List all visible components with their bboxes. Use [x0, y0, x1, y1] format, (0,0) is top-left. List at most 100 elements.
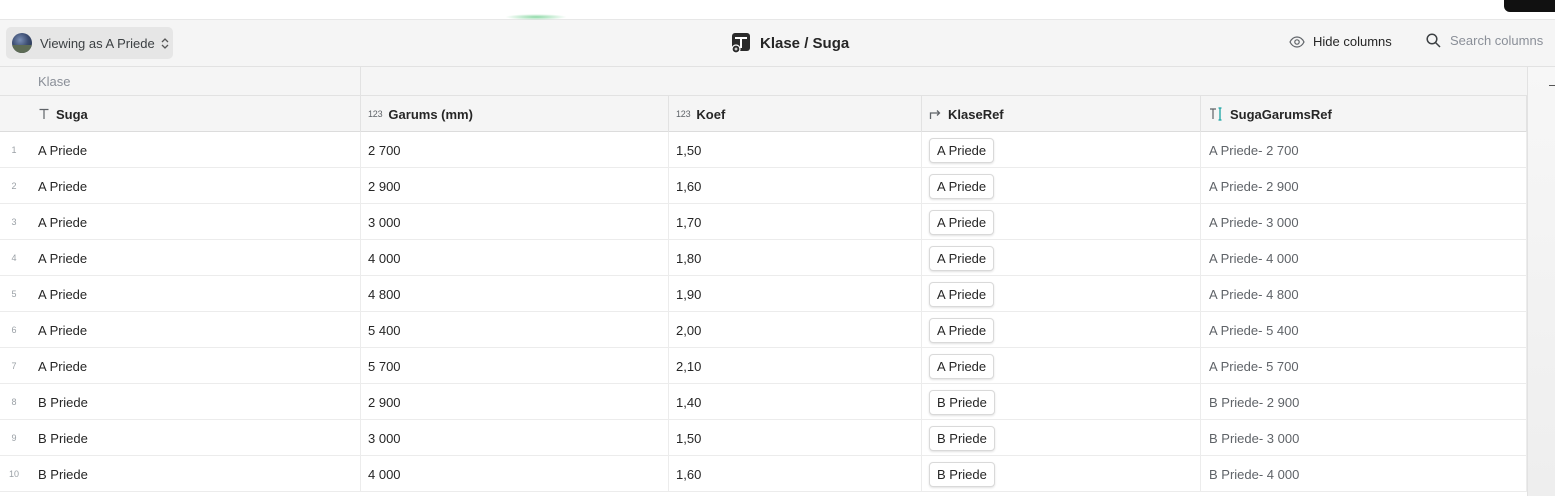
cell-koef[interactable]: 1,50	[669, 420, 922, 456]
cell-klaseref[interactable]: A Priede	[922, 240, 1201, 276]
cell-sugagarumsref[interactable]: A Priede- 2 900	[1201, 168, 1527, 204]
cell-suga[interactable]: A Priede	[0, 276, 361, 312]
reference-chip[interactable]: A Priede	[929, 281, 995, 307]
cell-koef[interactable]: 1,60	[669, 168, 922, 204]
cell-suga[interactable]: A Priede	[0, 312, 361, 348]
cell-sugagarumsref[interactable]: B Priede- 2 900	[1201, 384, 1527, 420]
cell-sugagarumsref[interactable]: A Priede- 4 000	[1201, 240, 1527, 276]
cell-garums[interactable]: 2 700	[361, 132, 669, 168]
raw-data-table-icon	[731, 33, 750, 54]
formula-text-type-icon	[1209, 107, 1224, 121]
cell-suga[interactable]: A Priede	[0, 240, 361, 276]
cell-suga[interactable]: A Priede	[0, 132, 361, 168]
row-number: 8	[11, 397, 17, 407]
cell-klaseref[interactable]: A Priede	[922, 348, 1201, 384]
top-navigation-strip	[0, 0, 1555, 20]
cell-garums[interactable]: 2 900	[361, 384, 669, 420]
page-title: Klase / Suga	[760, 34, 850, 52]
reference-chip[interactable]: A Priede	[929, 245, 995, 271]
cell-klaseref[interactable]: B Priede	[922, 384, 1201, 420]
cell-sugagarumsref[interactable]: B Priede- 4 000	[1201, 456, 1527, 492]
column-group-header: Klase	[0, 67, 361, 96]
avatar	[12, 33, 32, 53]
cell-klaseref[interactable]: A Priede	[922, 276, 1201, 312]
column-header-sugagarumsref[interactable]: SugaGarumsRef	[1201, 96, 1527, 132]
cell-garums[interactable]: 2 900	[361, 168, 669, 204]
number-type-icon: 123	[676, 109, 691, 119]
table-row: A Priede 1 2 700 1,50 A Priede A Priede- 2 70…	[0, 132, 1527, 168]
cell-suga[interactable]: B Priede	[0, 420, 361, 456]
cell-koef[interactable]: 1,40	[669, 384, 922, 420]
cell-klaseref[interactable]: B Priede	[922, 456, 1201, 492]
chevron-up-down-icon	[161, 37, 169, 49]
cell-sugagarumsref[interactable]: A Priede- 3 000	[1201, 204, 1527, 240]
cell-garums[interactable]: 3 000	[361, 420, 669, 456]
cell-suga[interactable]: B Priede	[0, 384, 361, 420]
reference-chip[interactable]: B Priede	[929, 425, 995, 451]
table-row: A Priede 5 4 800 1,90 A Priede A Priede- 4 80…	[0, 276, 1527, 312]
reference-chip[interactable]: A Priede	[929, 209, 995, 235]
cell-suga[interactable]: A Priede	[0, 168, 361, 204]
column-header-label: KlaseRef	[948, 106, 1004, 122]
cell-sugagarumsref[interactable]: B Priede- 3 000	[1201, 420, 1527, 456]
reference-chip[interactable]: B Priede	[929, 389, 995, 415]
row-number: 2	[11, 181, 17, 191]
row-number: 5	[11, 289, 17, 299]
cell-garums[interactable]: 3 000	[361, 204, 669, 240]
row-number: 10	[8, 469, 19, 479]
cell-sugagarumsref[interactable]: A Priede- 5 400	[1201, 312, 1527, 348]
cell-suga[interactable]: A Priede	[0, 348, 361, 384]
column-header-garums[interactable]: 123 Garums (mm)	[361, 96, 669, 132]
column-header-label: Garums (mm)	[388, 106, 473, 122]
hide-columns-button[interactable]: Hide columns	[1289, 34, 1392, 49]
row-number: 9	[11, 433, 17, 443]
collapse-icon[interactable]	[1549, 85, 1555, 86]
cell-koef[interactable]: 1,50	[669, 132, 922, 168]
cell-text: 5 700	[368, 358, 401, 374]
cell-text: 1,50	[676, 430, 702, 446]
account-button[interactable]	[1504, 0, 1555, 12]
cell-koef[interactable]: 2,00	[669, 312, 922, 348]
cell-klaseref[interactable]: A Priede	[922, 312, 1201, 348]
column-header-label: Koef	[696, 106, 726, 122]
table-row: B Priede 8 2 900 1,40 B Priede B Priede- 2 90…	[0, 384, 1527, 420]
cell-klaseref[interactable]: B Priede	[922, 420, 1201, 456]
cell-garums[interactable]: 4 800	[361, 276, 669, 312]
cell-sugagarumsref[interactable]: A Priede- 5 700	[1201, 348, 1527, 384]
search-columns-input[interactable]: Search columns	[1426, 33, 1543, 48]
cell-klaseref[interactable]: A Priede	[922, 168, 1201, 204]
reference-chip[interactable]: A Priede	[929, 317, 995, 343]
reference-chip[interactable]: A Priede	[929, 137, 995, 163]
cell-klaseref[interactable]: A Priede	[922, 132, 1201, 168]
cell-sugagarumsref[interactable]: A Priede- 4 800	[1201, 276, 1527, 312]
cell-garums[interactable]: 5 700	[361, 348, 669, 384]
page-title-group: Klase / Suga	[731, 32, 849, 54]
reference-chip[interactable]: A Priede	[929, 173, 995, 199]
cell-koef[interactable]: 1,80	[669, 240, 922, 276]
column-header-klaseref[interactable]: KlaseRef	[922, 96, 1201, 132]
cell-koef[interactable]: 1,70	[669, 204, 922, 240]
column-header-row: Suga 123 Garums (mm) 123 Koef KlaseRef S…	[0, 96, 1527, 132]
cell-sugagarumsref[interactable]: A Priede- 2 700	[1201, 132, 1527, 168]
viewing-as-selector[interactable]: Viewing as A Priede	[6, 27, 173, 59]
cell-garums[interactable]: 4 000	[361, 456, 669, 492]
cell-garums[interactable]: 5 400	[361, 312, 669, 348]
cell-suga[interactable]: A Priede	[0, 204, 361, 240]
cell-text: 5 400	[368, 322, 401, 338]
cell-koef[interactable]: 1,60	[669, 456, 922, 492]
column-header-suga[interactable]: Suga	[0, 96, 361, 132]
cell-text: 3 000	[368, 430, 401, 446]
column-header-koef[interactable]: 123 Koef	[669, 96, 922, 132]
data-grid: Klase Suga 123 Garums (mm) 123 Koef Klas…	[0, 67, 1527, 496]
cell-text: 2 700	[368, 142, 401, 158]
reference-chip[interactable]: B Priede	[929, 461, 995, 487]
table-row: B Priede 9 3 000 1,50 B Priede B Priede- 3 00…	[0, 420, 1527, 456]
cell-text: 1,50	[676, 142, 702, 158]
cell-garums[interactable]: 4 000	[361, 240, 669, 276]
cell-text: 2 900	[368, 394, 401, 410]
cell-suga[interactable]: B Priede	[0, 456, 361, 492]
cell-klaseref[interactable]: A Priede	[922, 204, 1201, 240]
reference-chip[interactable]: A Priede	[929, 353, 995, 379]
cell-koef[interactable]: 2,10	[669, 348, 922, 384]
cell-koef[interactable]: 1,90	[669, 276, 922, 312]
